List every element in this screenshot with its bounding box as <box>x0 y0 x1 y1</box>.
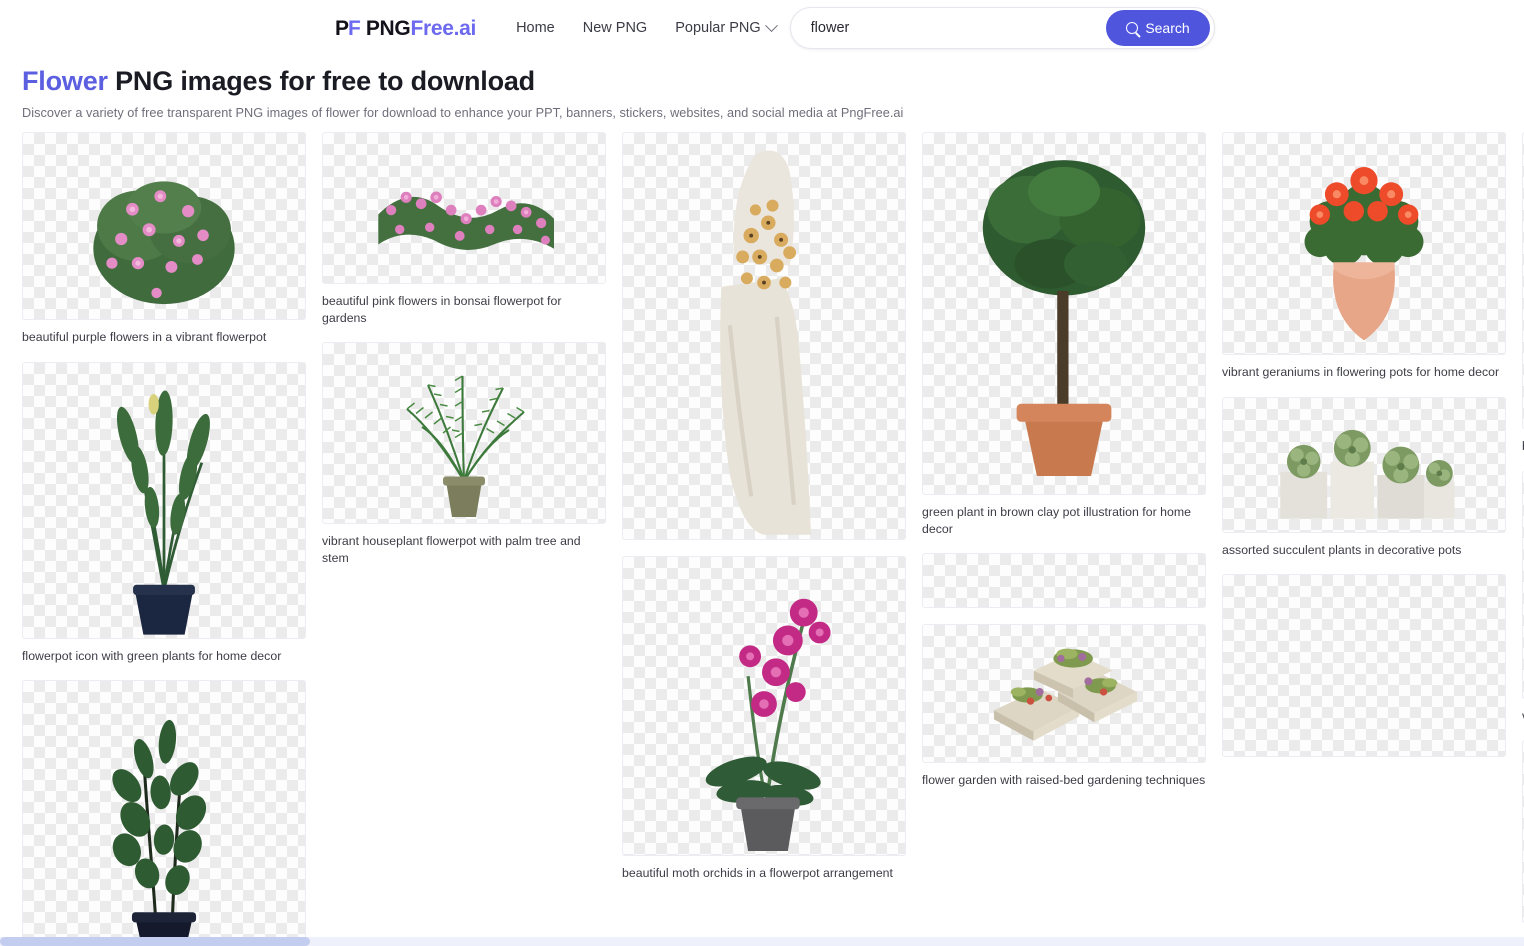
logo-wordmark: PNGFree.ai <box>365 16 477 40</box>
purple-flower-bush-illustration <box>23 133 305 319</box>
image-thumbnail[interactable] <box>622 556 906 856</box>
image-card[interactable]: assorted succulent plants in decorative … <box>1222 396 1506 559</box>
image-caption: green plant in brown clay pot illustrati… <box>922 505 1191 536</box>
empty-placeholder-illustration <box>1223 575 1505 756</box>
site-logo[interactable]: PF PNGFree.ai <box>335 18 476 39</box>
red-geranium-terracotta-illustration <box>1223 133 1505 354</box>
horizontal-scrollbar[interactable] <box>0 937 1524 946</box>
page-title-keyword: Flower <box>22 66 108 96</box>
magenta-orchid-grey-pot-illustration <box>623 557 905 855</box>
white-dried-bouquet-illustration <box>623 133 905 539</box>
image-card[interactable] <box>1222 574 1506 758</box>
image-caption: beautiful pink flowers in bonsai flowerp… <box>322 294 562 325</box>
page-heading-block: Flower PNG images for free to download D… <box>0 56 1524 120</box>
empty-placeholder-illustration <box>923 554 1205 607</box>
nav-item-label: New PNG <box>582 20 648 36</box>
image-card[interactable] <box>622 132 906 540</box>
nav-item-home[interactable]: Home <box>502 14 569 42</box>
image-thumbnail[interactable] <box>22 680 306 946</box>
image-card[interactable]: vibrant geraniums in flowering pots for … <box>1222 132 1506 381</box>
image-card[interactable]: beautiful moth orchids in a flowerpot ar… <box>622 556 906 882</box>
nav-item-label: Popular PNG <box>675 20 761 36</box>
search-bar[interactable]: Search <box>789 7 1215 49</box>
bird-of-paradise-navy-pot-illustration <box>23 363 305 638</box>
image-results-grid: beautiful purple flowers in a vibrant fl… <box>0 120 1524 946</box>
nav-item-label: Home <box>516 20 555 36</box>
image-caption: beautiful purple flowers in a vibrant fl… <box>22 330 267 344</box>
page-subtitle: Discover a variety of free transparent P… <box>22 106 904 120</box>
search-button[interactable]: Search <box>1106 10 1210 46</box>
image-thumbnail[interactable] <box>22 132 306 320</box>
page-title: Flower PNG images for free to download <box>22 66 1502 97</box>
image-thumbnail[interactable] <box>922 553 1206 609</box>
scrollbar-thumb[interactable] <box>0 937 310 946</box>
raised-bed-garden-illustration <box>923 625 1205 762</box>
chevron-down-icon <box>764 18 778 32</box>
image-thumbnail[interactable] <box>622 132 906 540</box>
image-card[interactable]: vibrant houseplant flowerpot with palm t… <box>322 342 606 566</box>
image-thumbnail[interactable] <box>1222 132 1506 355</box>
nav-item-new-png[interactable]: New PNG <box>569 14 661 42</box>
topiary-tree-terracotta-illustration <box>923 133 1205 494</box>
areca-palm-olive-pot-illustration <box>323 343 605 523</box>
page-title-rest: PNG images for free to download <box>115 66 535 96</box>
site-header: PF PNGFree.ai Home New PNG Popular PNG S… <box>0 0 1524 56</box>
image-caption: beautiful moth orchids in a flowerpot ar… <box>622 866 893 880</box>
search-button-label: Search <box>1145 20 1190 36</box>
image-thumbnail[interactable] <box>922 624 1206 764</box>
image-card[interactable]: beautiful pink flowers in bonsai flowerp… <box>322 132 606 326</box>
image-card[interactable]: flower garden with raised-bed gardening … <box>922 624 1206 789</box>
image-caption: vibrant houseplant flowerpot with palm t… <box>322 534 581 565</box>
logo-mark-icon: PF <box>335 16 361 40</box>
image-card[interactable]: flowerpot icon with green plants for hom… <box>22 361 306 665</box>
image-caption: assorted succulent plants in decorative … <box>1222 542 1462 557</box>
search-icon <box>1126 22 1139 34</box>
image-thumbnail[interactable] <box>922 132 1206 495</box>
image-card[interactable] <box>922 553 1206 609</box>
main-nav: Home New PNG Popular PNG <box>502 14 790 42</box>
image-card[interactable] <box>22 680 306 946</box>
image-caption: flowerpot icon with green plants for hom… <box>22 648 282 663</box>
image-caption: vibrant geraniums in flowering pots for … <box>1222 365 1500 379</box>
image-thumbnail[interactable] <box>322 132 606 284</box>
image-card[interactable]: green plant in brown clay pot illustrati… <box>922 132 1206 537</box>
rubber-plant-black-pot-illustration <box>23 681 305 946</box>
image-thumbnail[interactable] <box>1222 396 1506 533</box>
image-card[interactable]: beautiful purple flowers in a vibrant fl… <box>22 132 306 346</box>
pink-flower-hedge-illustration <box>323 133 605 283</box>
image-caption: flower garden with raised-bed gardening … <box>922 773 1206 788</box>
search-input[interactable] <box>808 8 1106 48</box>
succulent-group-illustration <box>1223 398 1505 532</box>
image-thumbnail[interactable] <box>22 361 306 639</box>
image-thumbnail[interactable] <box>1222 574 1506 758</box>
nav-item-popular-png[interactable]: Popular PNG <box>661 14 789 42</box>
image-thumbnail[interactable] <box>322 342 606 525</box>
